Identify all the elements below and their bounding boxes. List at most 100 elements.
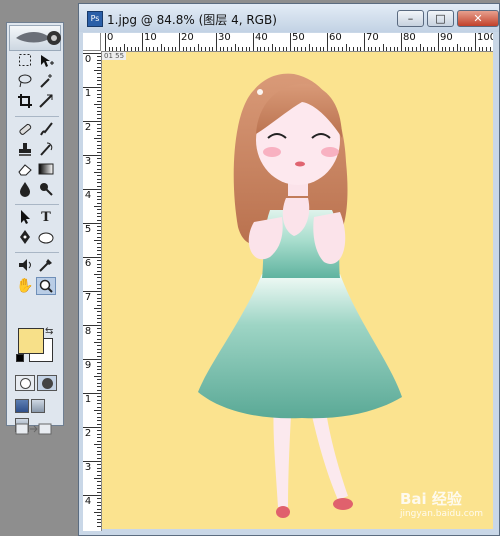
ruler-tick bbox=[97, 267, 101, 269]
toolbox-panel: T ✋ ⇆ bbox=[6, 22, 64, 435]
ruler-tick bbox=[334, 47, 336, 51]
ruler-origin[interactable] bbox=[83, 33, 101, 51]
notes-tool-icon[interactable] bbox=[15, 257, 35, 275]
ruler-tick bbox=[97, 413, 101, 415]
ruler-tick bbox=[97, 114, 101, 116]
ruler-tick bbox=[423, 47, 425, 51]
marquee-tool-icon[interactable] bbox=[15, 53, 35, 71]
full-screen-menu-button[interactable] bbox=[31, 399, 45, 413]
tool-divider bbox=[15, 252, 59, 253]
ruler-label: 3 bbox=[84, 156, 92, 167]
move-tool-icon[interactable] bbox=[36, 53, 56, 71]
standard-screen-button[interactable] bbox=[15, 399, 29, 413]
ruler-tick bbox=[97, 233, 101, 235]
ruler-tick bbox=[97, 501, 101, 503]
lasso-tool-icon[interactable] bbox=[15, 73, 35, 91]
ruler-tick bbox=[415, 47, 417, 51]
history-brush-tool-icon[interactable] bbox=[36, 141, 56, 159]
standard-mode-button[interactable] bbox=[15, 375, 35, 391]
ruler-tick bbox=[97, 73, 101, 75]
maximize-button[interactable]: □ bbox=[427, 10, 454, 27]
ruler-tick bbox=[94, 70, 101, 71]
ruler-tick bbox=[97, 59, 101, 61]
healing-brush-tool-icon[interactable] bbox=[15, 121, 35, 139]
ruler-tick bbox=[167, 47, 169, 51]
minimize-button[interactable]: – bbox=[397, 10, 424, 27]
ruler-label: 30 bbox=[218, 33, 231, 43]
photoshop-document-icon: Ps bbox=[87, 11, 103, 27]
ruler-tick bbox=[83, 121, 101, 122]
gradient-tool-icon[interactable] bbox=[36, 161, 56, 179]
ruler-tick bbox=[97, 345, 101, 347]
document-titlebar[interactable]: Ps 1.jpg @ 84.8% (图层 4, RGB) – □ ✕ bbox=[79, 4, 499, 32]
ruler-tick bbox=[482, 47, 484, 51]
swap-colors-icon[interactable]: ⇆ bbox=[45, 326, 53, 337]
ruler-tick bbox=[97, 355, 101, 357]
ruler-label: 50 bbox=[292, 33, 305, 43]
ruler-tick bbox=[97, 416, 101, 418]
ruler-label: 3 bbox=[84, 462, 92, 473]
close-button[interactable]: ✕ bbox=[457, 10, 499, 27]
ruler-tick bbox=[149, 47, 151, 51]
blur-tool-icon[interactable] bbox=[15, 181, 35, 199]
ruler-tick bbox=[219, 47, 221, 51]
vertical-ruler[interactable]: 0 1 2 3 4 5 6 7 8 9 1 2 3 4 bbox=[83, 51, 102, 531]
ruler-tick bbox=[97, 175, 101, 177]
eraser-tool-icon[interactable] bbox=[15, 161, 35, 179]
ruler-tick bbox=[94, 274, 101, 275]
ruler-tick bbox=[112, 47, 114, 51]
horizontal-ruler[interactable]: 0 10 20 30 40 50 60 70 80 90 100 bbox=[101, 33, 493, 52]
ruler-tick bbox=[293, 47, 295, 51]
ruler-tick bbox=[94, 342, 101, 343]
crop-tool-icon[interactable] bbox=[15, 93, 35, 111]
jump-to-imageready-icon[interactable] bbox=[15, 422, 55, 436]
quick-mask-button[interactable] bbox=[37, 375, 57, 391]
ruler-tick bbox=[297, 47, 299, 51]
type-tool-icon[interactable]: T bbox=[36, 209, 56, 227]
ruler-tick bbox=[94, 512, 101, 513]
ruler-tick bbox=[97, 498, 101, 500]
tool-grid: T ✋ bbox=[15, 53, 59, 297]
foreground-color-swatch[interactable] bbox=[18, 328, 44, 354]
hand-tool-icon[interactable]: ✋ bbox=[15, 277, 35, 295]
ruler-tick bbox=[97, 93, 101, 95]
path-selection-tool-icon[interactable] bbox=[15, 209, 35, 227]
ruler-tick bbox=[401, 33, 402, 51]
ruler-label: 1 bbox=[84, 88, 92, 99]
dodge-tool-icon[interactable] bbox=[36, 181, 56, 199]
ruler-tick bbox=[97, 331, 101, 333]
ruler-tick bbox=[375, 47, 377, 51]
ruler-tick bbox=[94, 172, 101, 173]
ruler-tick bbox=[264, 47, 266, 51]
ruler-label: 20 bbox=[181, 33, 194, 43]
slice-tool-icon[interactable] bbox=[36, 93, 56, 111]
clone-stamp-tool-icon[interactable] bbox=[15, 141, 35, 159]
document-window: Ps 1.jpg @ 84.8% (图层 4, RGB) – □ ✕ 0 10 20… bbox=[78, 3, 500, 536]
brush-tool-icon[interactable] bbox=[36, 121, 56, 139]
ruler-tick bbox=[97, 277, 101, 279]
ruler-tick bbox=[97, 525, 101, 527]
zoom-tool-icon[interactable] bbox=[36, 277, 56, 295]
magic-wand-tool-icon[interactable] bbox=[36, 73, 56, 91]
ruler-tick bbox=[83, 325, 101, 326]
ruler-tick bbox=[97, 117, 101, 119]
ruler-label: 8 bbox=[84, 326, 92, 337]
shape-tool-icon[interactable] bbox=[36, 229, 56, 247]
ruler-tick bbox=[83, 461, 101, 462]
eyedropper-tool-icon[interactable] bbox=[36, 257, 56, 275]
ruler-tick bbox=[253, 33, 254, 51]
ruler-tick bbox=[97, 168, 101, 170]
ruler-tick bbox=[97, 406, 101, 408]
ruler-label: 40 bbox=[255, 33, 268, 43]
ruler-tick bbox=[97, 134, 101, 136]
pen-tool-icon[interactable] bbox=[15, 229, 35, 247]
ruler-tick bbox=[97, 352, 101, 354]
ruler-tick bbox=[105, 33, 106, 51]
ruler-tick bbox=[367, 47, 369, 51]
default-colors-icon[interactable] bbox=[16, 354, 24, 362]
ruler-tick bbox=[438, 33, 439, 51]
ruler-tick bbox=[179, 33, 180, 51]
ruler-tick bbox=[97, 260, 101, 262]
image-canvas[interactable]: 01 55 Bai 经验 jingyan.baidu.com bbox=[102, 52, 493, 529]
ruler-tick bbox=[97, 158, 101, 160]
